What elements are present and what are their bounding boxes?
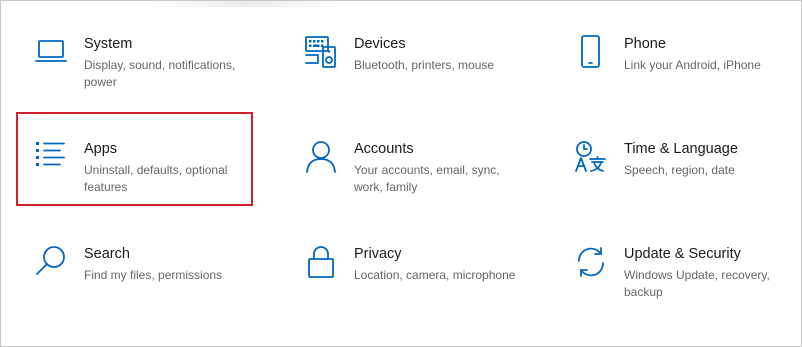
tile-devices[interactable]: Devices Bluetooth, printers, mouse — [304, 35, 544, 125]
tile-apps-title: Apps — [84, 141, 118, 157]
tile-update-security-desc: Windows Update, recovery, backup — [624, 268, 770, 299]
tile-time-language[interactable]: Time & Language Speech, region, date — [574, 140, 802, 230]
laptop-icon — [34, 35, 68, 69]
tile-system-desc: Display, sound, notifications, power — [84, 58, 236, 89]
tile-search-desc: Find my files, permissions — [84, 268, 223, 282]
tile-update-security[interactable]: Update & Security Windows Update, recove… — [574, 245, 802, 335]
top-fade-decoration — [141, 1, 351, 7]
tile-privacy-desc: Location, camera, microphone — [354, 268, 516, 282]
tile-devices-title: Devices — [354, 36, 406, 52]
tile-accounts-desc: Your accounts, email, sync, work, family — [354, 163, 500, 194]
tile-update-security-title: Update & Security — [624, 246, 741, 262]
settings-grid: System Display, sound, notifications, po… — [0, 0, 802, 347]
language-icon — [574, 140, 608, 174]
tile-search-title: Search — [84, 246, 130, 262]
tile-phone-desc: Link your Android, iPhone — [624, 58, 761, 72]
tile-time-language-title: Time & Language — [624, 141, 738, 157]
tile-privacy-title: Privacy — [354, 246, 402, 262]
apps-list-icon — [34, 140, 68, 174]
tile-apps-desc: Uninstall, defaults, optional features — [84, 163, 228, 194]
tile-system-title: System — [84, 36, 133, 52]
tile-phone[interactable]: Phone Link your Android, iPhone — [574, 35, 802, 125]
tile-devices-desc: Bluetooth, printers, mouse — [354, 58, 495, 72]
tile-phone-title: Phone — [624, 36, 666, 52]
tile-accounts-title: Accounts — [354, 141, 414, 157]
tile-system[interactable]: System Display, sound, notifications, po… — [34, 35, 274, 125]
keyboard-speaker-icon — [304, 35, 338, 69]
phone-icon — [574, 35, 608, 69]
search-icon — [34, 245, 68, 279]
tile-time-language-desc: Speech, region, date — [624, 163, 735, 177]
tile-privacy[interactable]: Privacy Location, camera, microphone — [304, 245, 544, 335]
lock-icon — [304, 245, 338, 279]
sync-icon — [574, 245, 608, 279]
tile-accounts[interactable]: Accounts Your accounts, email, sync, wor… — [304, 140, 544, 230]
tile-apps[interactable]: Apps Uninstall, defaults, optional featu… — [34, 140, 274, 230]
tile-search[interactable]: Search Find my files, permissions — [34, 245, 274, 335]
person-icon — [304, 140, 338, 174]
